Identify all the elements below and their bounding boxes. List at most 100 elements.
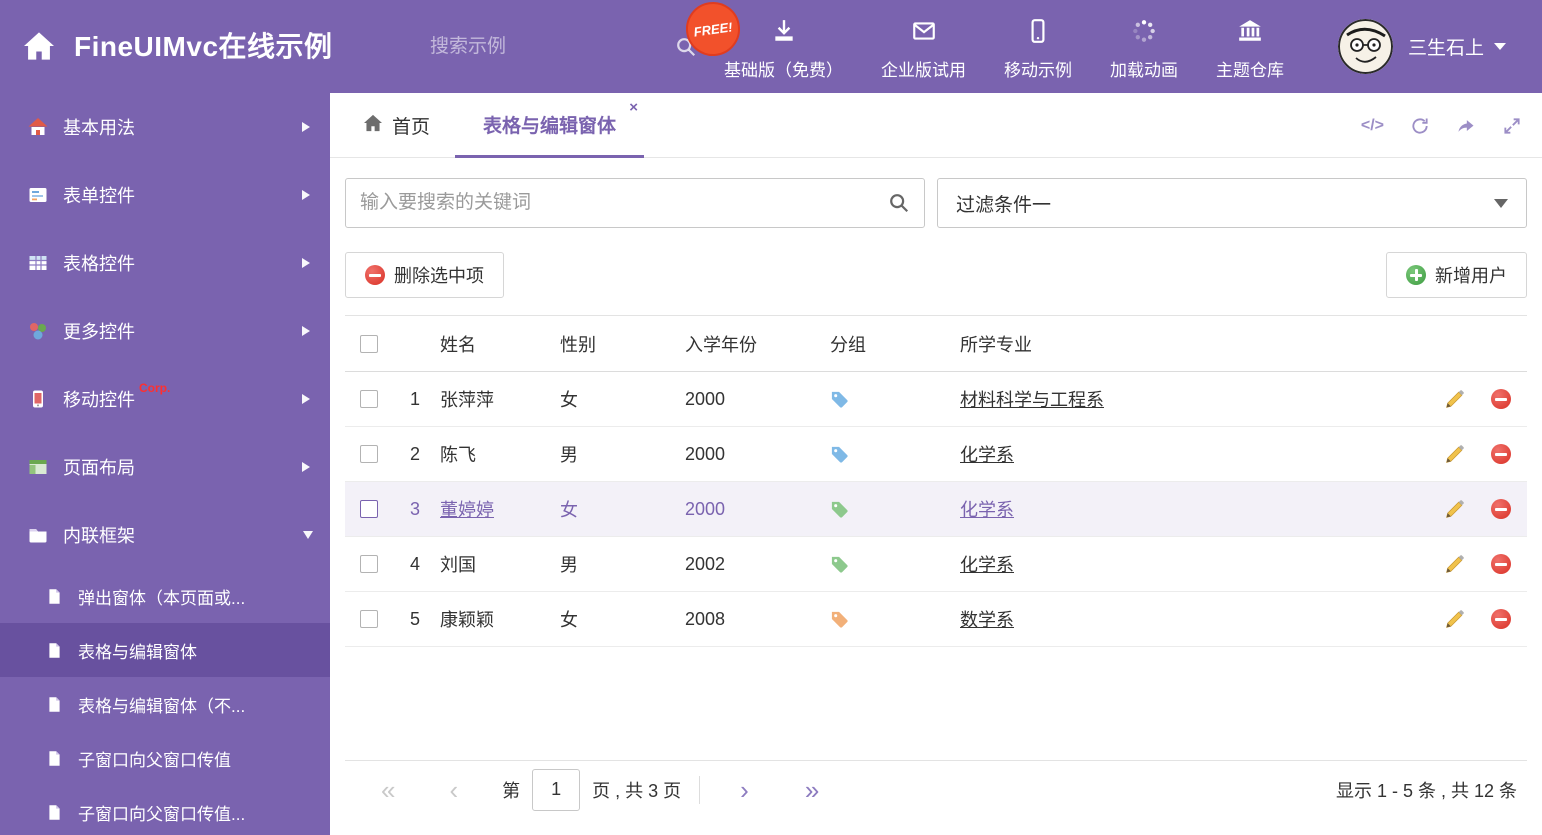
cell-year: 2008 bbox=[685, 608, 726, 629]
cell-name: 陈飞 bbox=[440, 445, 476, 465]
mobile-icon bbox=[1025, 18, 1051, 49]
button-label: 删除选中项 bbox=[394, 266, 484, 286]
sidebar-subitem-child-to-parent[interactable]: 子窗口向父窗口传值 bbox=[0, 731, 330, 785]
tab-tools: </> bbox=[1361, 93, 1522, 158]
delete-row-icon[interactable] bbox=[1491, 389, 1511, 409]
sidebar-item-label: 移动控件 bbox=[63, 390, 135, 410]
edit-pencil-icon[interactable] bbox=[1444, 499, 1465, 520]
sidebar-item-label: 页面布局 bbox=[63, 458, 135, 478]
row-checkbox[interactable] bbox=[360, 610, 378, 628]
sidebar-subitem-grid-edit-window-2[interactable]: 表格与编辑窗体（不... bbox=[0, 677, 330, 731]
cell-gender: 男 bbox=[560, 555, 578, 575]
major-link[interactable]: 数学系 bbox=[960, 610, 1014, 630]
filter-dropdown-value: 过滤条件一 bbox=[956, 194, 1052, 216]
sidebar-subitem-child-to-parent-2[interactable]: 子窗口向父窗口传值... bbox=[0, 785, 330, 835]
select-all-checkbox[interactable] bbox=[360, 334, 378, 353]
open-in-new-icon[interactable] bbox=[1456, 116, 1476, 136]
page-number-input[interactable] bbox=[532, 768, 581, 811]
filter-row: 过滤条件一 bbox=[345, 178, 1527, 228]
cell-row-index: 3 bbox=[409, 498, 420, 519]
chevron-right-icon bbox=[302, 122, 310, 132]
home-icon[interactable] bbox=[22, 31, 56, 66]
delete-row-icon[interactable] bbox=[1491, 554, 1511, 574]
cell-gender: 女 bbox=[560, 390, 578, 410]
file-icon bbox=[46, 642, 63, 659]
sidebar-item-page-layout[interactable]: 页面布局 bbox=[0, 433, 330, 501]
form-icon bbox=[28, 185, 48, 205]
column-gender: 性别 bbox=[560, 334, 596, 355]
table-row[interactable]: 3 董婷婷 女 2000 化学系 bbox=[345, 482, 1527, 537]
row-checkbox[interactable] bbox=[360, 500, 378, 518]
keyword-search-input[interactable] bbox=[360, 192, 888, 214]
app-window: FineUIMvc在线示例 FREE! 基础版（免费） 企业版试用 bbox=[0, 0, 1542, 835]
sidebar-subitem-popup-window[interactable]: 弹出窗体（本页面或... bbox=[0, 569, 330, 623]
delete-row-icon[interactable] bbox=[1491, 609, 1511, 629]
chevron-right-icon bbox=[302, 258, 310, 268]
sidebar-subitem-label: 表格与编辑窗体 bbox=[78, 642, 197, 662]
last-page-button[interactable]: » bbox=[805, 777, 819, 803]
page-prefix-label: 第 bbox=[502, 780, 521, 801]
sidebar-subitem-grid-edit-window[interactable]: 表格与编辑窗体 bbox=[0, 623, 330, 677]
user-avatar[interactable] bbox=[1338, 19, 1393, 74]
sidebar-item-mobile-controls[interactable]: 移动控件 Corp. bbox=[0, 365, 330, 433]
edit-pencil-icon[interactable] bbox=[1444, 554, 1465, 575]
edit-pencil-icon[interactable] bbox=[1444, 609, 1465, 630]
table-row[interactable]: 2 陈飞 男 2000 化学系 bbox=[345, 427, 1527, 482]
fullscreen-icon[interactable] bbox=[1502, 116, 1522, 136]
close-icon[interactable]: × bbox=[629, 100, 638, 115]
filter-dropdown[interactable]: 过滤条件一 bbox=[937, 178, 1527, 228]
minus-circle-icon bbox=[365, 265, 385, 285]
shapes-icon bbox=[28, 321, 48, 341]
nav-label: 加载动画 bbox=[1110, 61, 1178, 80]
column-name: 姓名 bbox=[440, 334, 476, 355]
corp-badge: Corp. bbox=[139, 381, 171, 395]
cell-year: 2002 bbox=[685, 553, 726, 574]
row-checkbox[interactable] bbox=[360, 390, 378, 408]
sidebar-item-basic-usage[interactable]: 基本用法 bbox=[0, 93, 330, 161]
table-row[interactable]: 4 刘国 男 2002 化学系 bbox=[345, 537, 1527, 592]
sidebar-item-grid-controls[interactable]: 表格控件 bbox=[0, 229, 330, 297]
row-checkbox[interactable] bbox=[360, 555, 378, 573]
next-page-button[interactable]: › bbox=[740, 777, 749, 803]
plus-circle-icon bbox=[1406, 265, 1426, 285]
nav-basic-edition[interactable]: 基础版（免费） bbox=[724, 12, 843, 81]
table-row[interactable]: 1 张萍萍 女 2000 材料科学与工程系 bbox=[345, 372, 1527, 427]
sidebar-item-form-controls[interactable]: 表单控件 bbox=[0, 161, 330, 229]
delete-row-icon[interactable] bbox=[1491, 444, 1511, 464]
major-link[interactable]: 化学系 bbox=[960, 500, 1014, 520]
add-user-button[interactable]: 新增用户 bbox=[1386, 252, 1527, 298]
nav-theme-store[interactable]: 主题仓库 bbox=[1216, 12, 1284, 81]
refresh-icon[interactable] bbox=[1410, 116, 1430, 136]
keyword-search-box bbox=[345, 178, 925, 228]
table-row[interactable]: 5 康颖颖 女 2008 数学系 bbox=[345, 592, 1527, 647]
nav-loading-animations[interactable]: 加载动画 bbox=[1110, 12, 1178, 81]
nav-mobile-demo[interactable]: 移动示例 bbox=[1004, 12, 1072, 81]
cell-row-index: 4 bbox=[409, 553, 420, 574]
user-menu[interactable]: 三生石上 bbox=[1408, 0, 1507, 93]
major-link[interactable]: 化学系 bbox=[960, 555, 1014, 575]
source-code-icon[interactable]: </> bbox=[1361, 117, 1384, 135]
divider bbox=[699, 775, 701, 804]
edit-pencil-icon[interactable] bbox=[1444, 389, 1465, 410]
table-body: 1 张萍萍 女 2000 材料科学与工程系 2 陈飞 男 2000 化学系 3 … bbox=[345, 372, 1527, 647]
cell-gender: 女 bbox=[560, 610, 578, 630]
delete-selected-button[interactable]: 删除选中项 bbox=[345, 252, 504, 298]
bank-icon bbox=[1237, 18, 1263, 49]
sidebar-item-more-controls[interactable]: 更多控件 bbox=[0, 297, 330, 365]
row-checkbox[interactable] bbox=[360, 445, 378, 463]
edit-pencil-icon[interactable] bbox=[1444, 444, 1465, 465]
sidebar-item-inline-frame[interactable]: 内联框架 bbox=[0, 501, 330, 569]
tab-grid-edit-window[interactable]: 表格与编辑窗体 × bbox=[455, 93, 645, 158]
major-link[interactable]: 材料科学与工程系 bbox=[960, 390, 1104, 410]
major-link[interactable]: 化学系 bbox=[960, 445, 1014, 465]
sidebar: 基本用法 表单控件 表格控件 更多控件 移动控件 Corp. 页面布局 内联框架… bbox=[0, 93, 330, 835]
sidebar-item-label: 更多控件 bbox=[63, 322, 135, 342]
first-page-button[interactable]: « bbox=[381, 777, 395, 803]
tab-home[interactable]: 首页 bbox=[363, 93, 430, 158]
prev-page-button[interactable]: ‹ bbox=[449, 777, 458, 803]
header-search-input[interactable] bbox=[430, 35, 675, 58]
nav-enterprise-trial[interactable]: 企业版试用 bbox=[881, 12, 966, 81]
delete-row-icon[interactable] bbox=[1491, 499, 1511, 519]
tag-icon bbox=[830, 555, 849, 574]
search-icon[interactable] bbox=[888, 192, 910, 214]
